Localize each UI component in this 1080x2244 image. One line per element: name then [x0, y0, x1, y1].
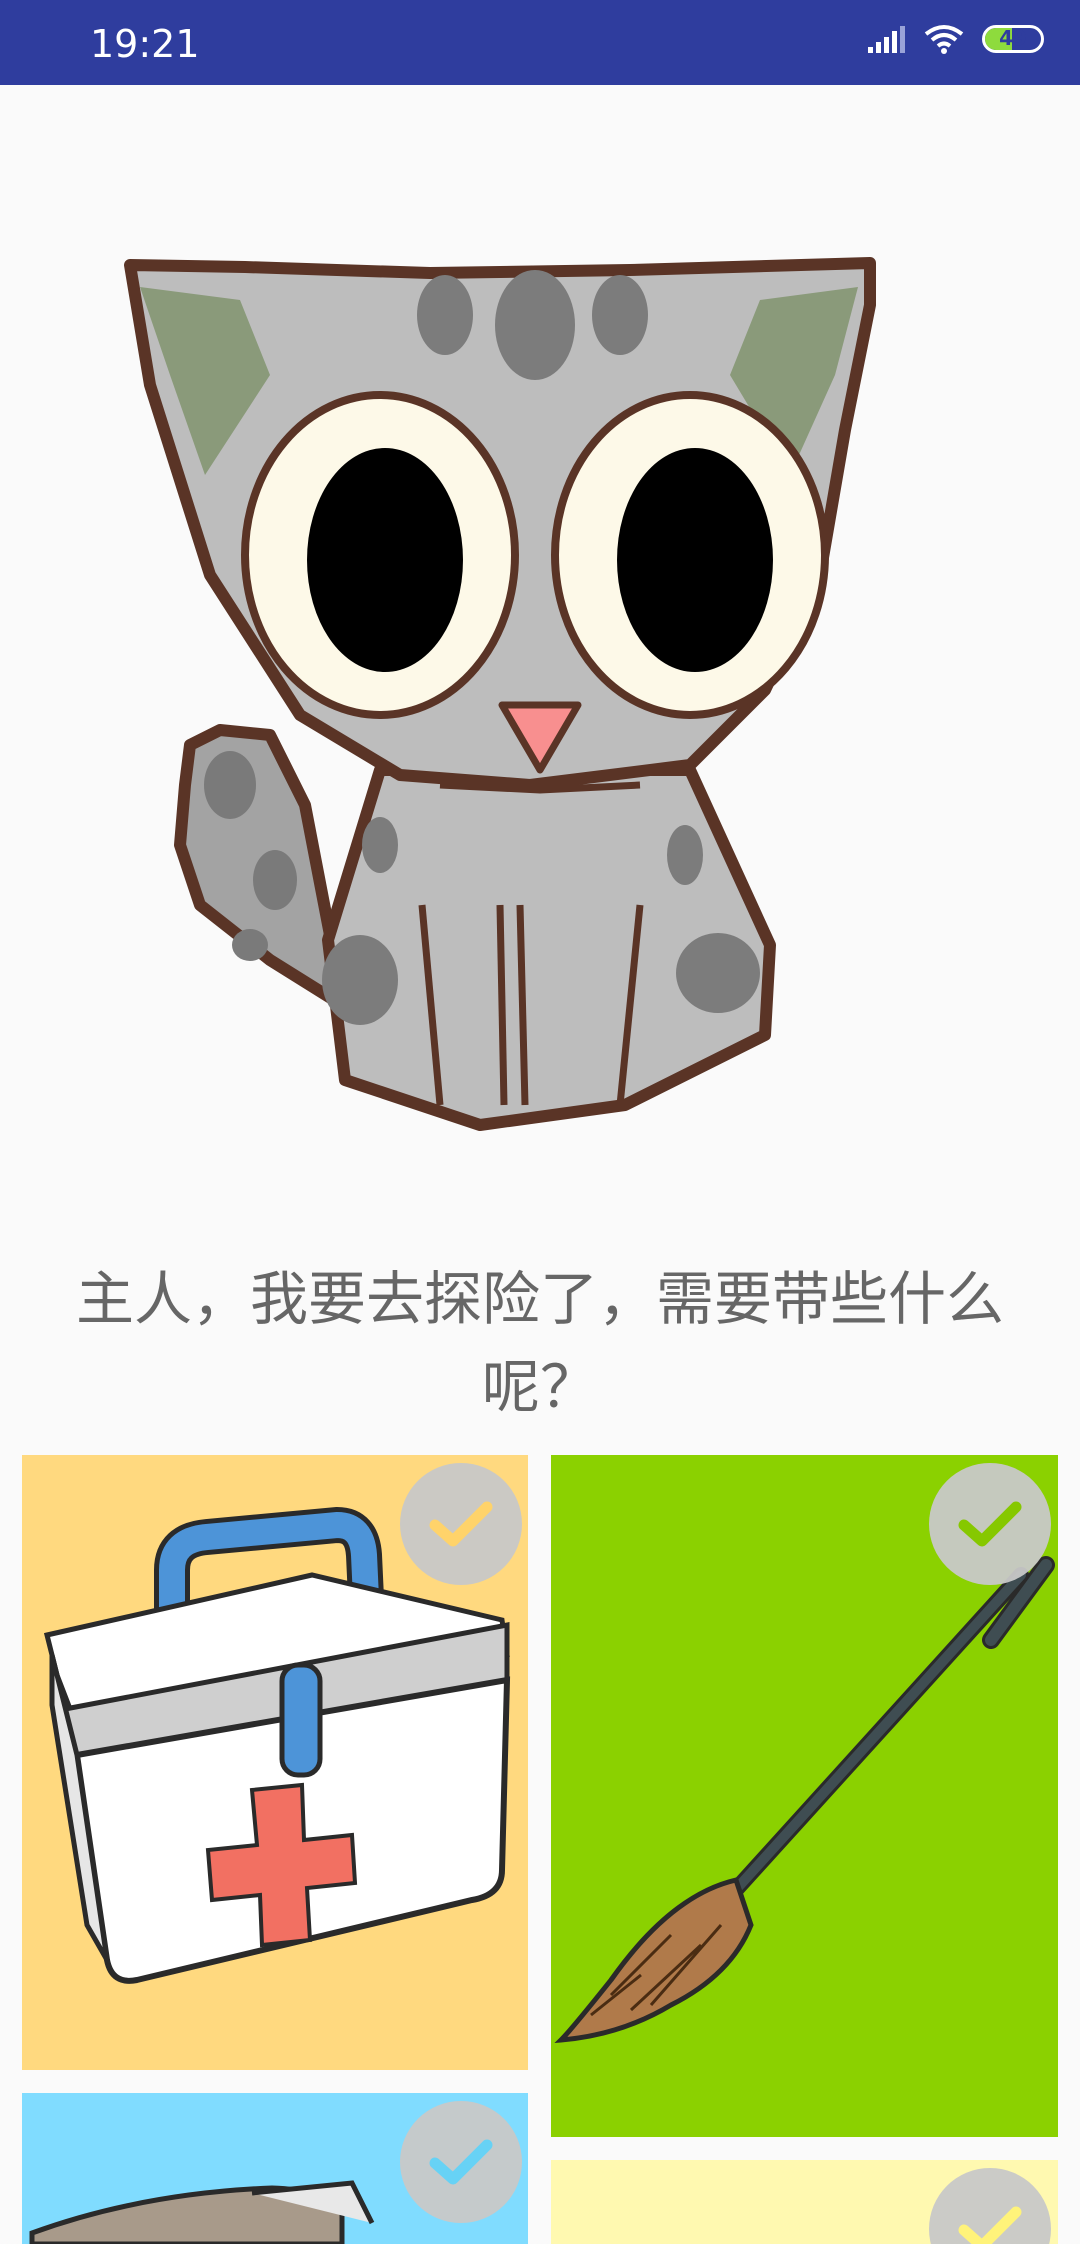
wifi-icon [924, 25, 964, 54]
item-card-blue[interactable] [22, 2093, 528, 2244]
item-card-yellow[interactable] [551, 2160, 1058, 2244]
check-icon [429, 1501, 493, 1547]
battery-percent: 49 [999, 26, 1027, 50]
select-check-button[interactable] [929, 2168, 1051, 2244]
cat-illustration [124, 257, 876, 1131]
status-time: 19:21 [90, 22, 200, 66]
select-check-button[interactable] [400, 2101, 522, 2223]
signal-icon [868, 26, 905, 53]
check-icon [958, 2206, 1022, 2244]
item-card-broom[interactable] [551, 1455, 1058, 2137]
battery-icon: 49 [982, 25, 1044, 53]
status-icons: 49 [866, 24, 1044, 54]
prompt-text: 主人，我要去探险了，需要带些什么呢？ [75, 1265, 1004, 1421]
status-bar: 19:21 49 [0, 0, 1080, 85]
item-card-first-aid-kit[interactable] [22, 1455, 528, 2070]
select-check-button[interactable] [929, 1463, 1051, 1585]
check-icon [958, 1501, 1022, 1547]
check-icon [429, 2139, 493, 2185]
select-check-button[interactable] [400, 1463, 522, 1585]
